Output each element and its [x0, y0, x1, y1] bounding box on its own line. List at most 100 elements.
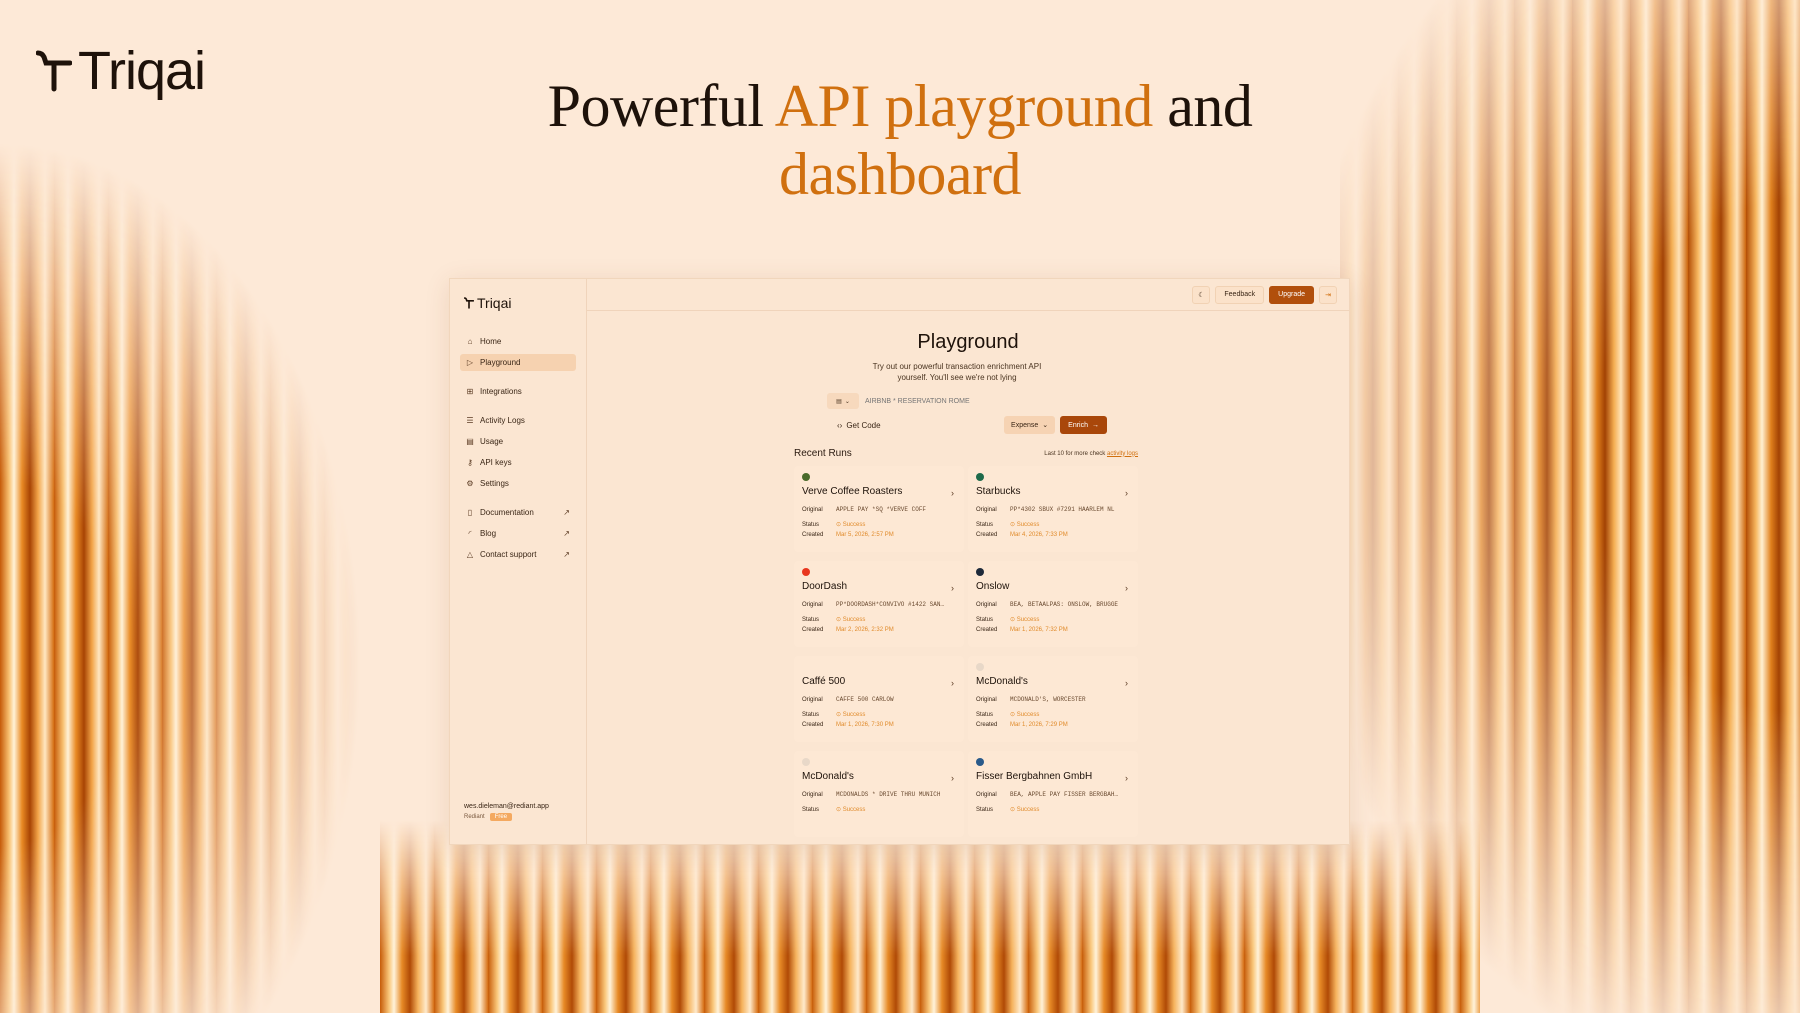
left-streaks-decoration	[0, 140, 360, 1013]
run-card[interactable]: Starbucks › Original PP*4302 SBUX #7291 HAA…	[968, 466, 1138, 552]
recent-runs-title: Recent Runs	[794, 448, 852, 459]
chevron-right-icon: ›	[951, 678, 954, 688]
status-row: Status ⊙ Success	[976, 710, 1130, 720]
chevron-right-icon: ›	[1125, 678, 1128, 688]
us-flag-icon: ▤	[836, 398, 842, 405]
run-card[interactable]: McDonald's › Original MCDONALD'S, WORCESTER…	[968, 656, 1138, 742]
status-value: Success	[842, 807, 866, 813]
original-label: Original	[976, 792, 997, 798]
sidebar-item-label: Contact support	[480, 550, 537, 559]
get-code-label: Get Code	[846, 420, 881, 430]
merchant-name: Caffé 500	[802, 676, 846, 687]
status-value: Success	[842, 617, 866, 623]
original-label: Original	[802, 602, 823, 608]
status-badge: ⊙ Success	[836, 617, 866, 623]
created-label: Created	[976, 722, 998, 728]
user-account[interactable]: wes.dieleman@rediant.app Rediant Free	[464, 803, 549, 821]
sidebar-item-api-keys[interactable]: ⚷ API keys	[460, 454, 576, 471]
status-row: Status ⊙ Success	[802, 805, 956, 815]
original-row: Original BEA, BETAALPAS: ONSLOW, BRUGGE	[976, 600, 1130, 610]
sidebar-item-playground[interactable]: ▷ Playground	[460, 354, 576, 371]
play-icon: ▷	[466, 358, 474, 367]
sidebar-item-settings[interactable]: ⚙ Settings	[460, 475, 576, 492]
status-value: Success	[1016, 617, 1040, 623]
status-row: Status ⊙ Success	[802, 520, 956, 530]
enrich-button[interactable]: Enrich →	[1060, 416, 1107, 434]
status-label: Status	[802, 807, 820, 813]
run-card[interactable]: Fisser Bergbahnen GmbH › Original BEA, APPL…	[968, 751, 1138, 837]
merchant-logo-icon	[976, 568, 984, 576]
merchant-logo-icon	[802, 568, 810, 576]
created-row: Created Mar 1, 2026, 7:30 PM	[802, 720, 956, 730]
sidebar-item-usage[interactable]: ▤ Usage	[460, 433, 576, 450]
country-select[interactable]: ▤ ⌄	[827, 393, 859, 409]
status-row: Status ⊙ Success	[802, 615, 956, 625]
upgrade-button[interactable]: Upgrade	[1269, 285, 1314, 304]
run-card[interactable]: Caffé 500 › Original CAFFE 500 CARLOW Status…	[794, 656, 964, 742]
original-row: Original MCDONALD'S, WORCESTER	[976, 695, 1130, 705]
sidebar-item-home[interactable]: ⌂ Home	[460, 333, 576, 350]
transaction-type-select[interactable]: Expense ⌄	[1004, 416, 1056, 434]
transaction-input[interactable]	[865, 393, 1107, 409]
logout-icon: ⇥	[1325, 291, 1331, 299]
brand-name: Triqai	[78, 41, 206, 101]
created-label: Created	[976, 627, 998, 633]
input-row: ▤ ⌄	[827, 391, 1107, 411]
page-subtitle: Try out our powerful transaction enrichm…	[872, 362, 1042, 382]
status-row: Status ⊙ Success	[802, 710, 956, 720]
status-label: Status	[802, 712, 820, 718]
sidebar-logo[interactable]: Triqai	[460, 295, 576, 311]
triqai-logo-icon	[464, 297, 474, 309]
get-code-button[interactable]: ‹› Get Code	[827, 421, 1004, 430]
created-row: Created Mar 1, 2026, 7:29 PM	[976, 720, 1130, 730]
created-row: Created Mar 5, 2026, 2:57 PM	[802, 530, 956, 540]
status-value: Success	[842, 712, 866, 718]
chevron-down-icon: ⌄	[844, 398, 850, 405]
original-value: APPLE PAY *SQ *VERVE COFF	[836, 506, 927, 513]
sidebar-item-blog[interactable]: ◜ Blog ↗	[460, 525, 576, 542]
status-badge: ⊙ Success	[1010, 617, 1040, 623]
code-icon: ‹›	[837, 420, 843, 430]
run-card[interactable]: Onslow › Original BEA, BETAALPAS: ONSLOW, B…	[968, 561, 1138, 647]
sidebar-item-activity-logs[interactable]: ☰ Activity Logs	[460, 412, 576, 429]
recent-runs-note: Last 10 for more check activity logs	[1044, 451, 1138, 457]
page-headline: Powerful API playground and dashboard	[450, 72, 1350, 208]
sidebar-item-contact-support[interactable]: △ Contact support ↗	[460, 546, 576, 563]
sidebar-item-integrations[interactable]: ⊞ Integrations	[460, 383, 576, 400]
original-label: Original	[802, 697, 823, 703]
merchant-logo-icon	[802, 663, 810, 671]
sidebar-item-label: Blog	[480, 529, 497, 538]
merchant-logo-icon	[976, 663, 984, 671]
original-value: MCDONALD'S, WORCESTER	[1010, 696, 1086, 703]
original-label: Original	[802, 507, 823, 513]
logout-button[interactable]: ⇥	[1319, 285, 1337, 304]
user-org-row: Rediant Free	[464, 813, 549, 821]
run-card[interactable]: Verve Coffee Roasters › Original APPLE PAY …	[794, 466, 964, 552]
original-row: Original CAFFE 500 CARLOW	[802, 695, 956, 705]
merchant-name: Verve Coffee Roasters	[802, 486, 903, 497]
theme-toggle-button[interactable]: ☾	[1192, 285, 1211, 304]
triqai-logo-icon	[36, 50, 72, 92]
merchant-logo-icon	[802, 473, 810, 481]
sidebar-logo-name: Triqai	[477, 295, 512, 311]
recent-note-text: Last 10 for more check	[1044, 450, 1107, 457]
external-link-icon: ↗	[563, 529, 570, 538]
feedback-button[interactable]: Feedback	[1215, 285, 1265, 304]
nav-divider	[460, 375, 576, 383]
run-card[interactable]: DoorDash › Original PP*DOORDASH*CONVIVO #14…	[794, 561, 964, 647]
activity-logs-link[interactable]: activity logs	[1107, 451, 1138, 457]
headline-part1: Powerful	[547, 73, 775, 139]
status-label: Status	[802, 522, 820, 528]
sidebar-item-documentation[interactable]: ▯ Documentation ↗	[460, 504, 576, 521]
recent-runs-grid: Verve Coffee Roasters › Original APPLE PAY …	[794, 466, 1138, 837]
status-value: Success	[842, 522, 866, 528]
merchant-name: Fisser Bergbahnen GmbH	[976, 771, 1093, 782]
created-value: Mar 5, 2026, 2:57 PM	[836, 532, 894, 538]
chevron-down-icon: ⌄	[1042, 422, 1049, 429]
run-card[interactable]: McDonald's › Original MCDONALDS * DRIVE THR…	[794, 751, 964, 837]
created-row: Created Mar 2, 2026, 2:32 PM	[802, 625, 956, 635]
original-value: MCDONALDS * DRIVE THRU MUNICH	[836, 791, 941, 798]
enrich-label: Enrich	[1068, 421, 1088, 429]
sidebar-item-label: Integrations	[480, 387, 522, 396]
sidebar-item-label: Settings	[480, 479, 509, 488]
